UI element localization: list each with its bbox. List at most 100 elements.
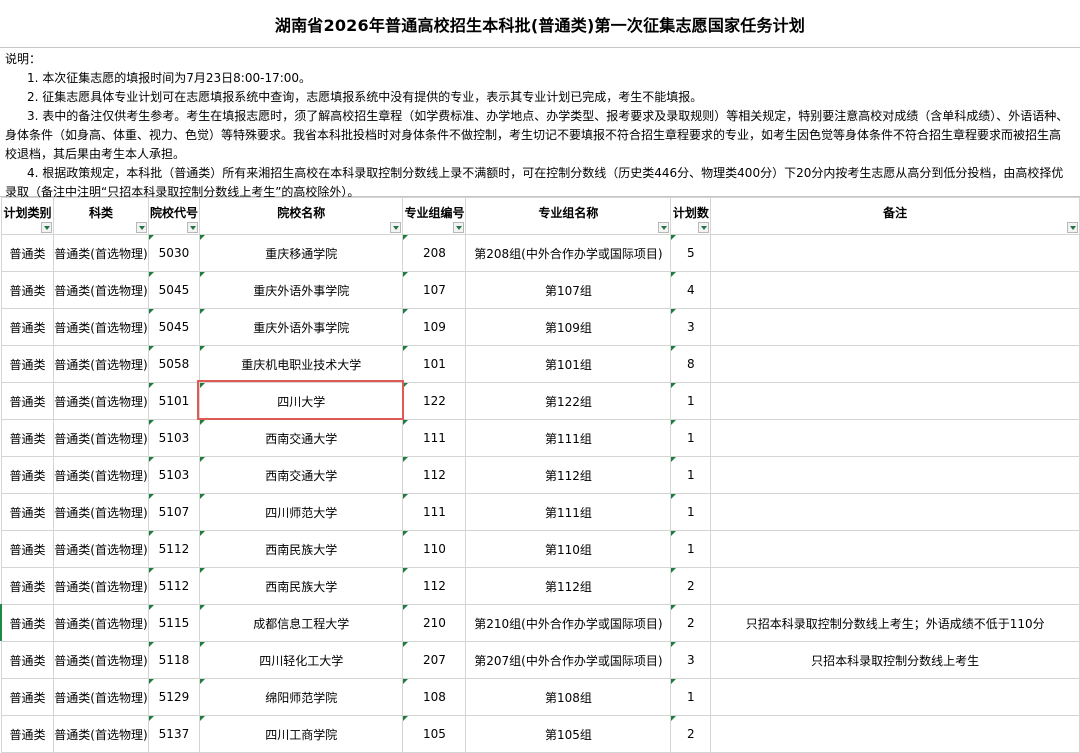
school-code-cell[interactable]: 5112 bbox=[147, 530, 200, 568]
school-code-cell[interactable]: 5129 bbox=[147, 678, 200, 716]
plan-count-cell[interactable]: 5 bbox=[670, 234, 712, 272]
plan-type-cell[interactable]: 普通类 bbox=[1, 493, 54, 531]
group-name-cell[interactable]: 第110组 bbox=[465, 530, 672, 568]
plan-type-cell[interactable]: 普通类 bbox=[1, 308, 54, 346]
school-code-cell[interactable]: 5045 bbox=[147, 308, 200, 346]
school-name-cell[interactable]: 重庆机电职业技术大学 bbox=[198, 345, 404, 383]
group-name-cell[interactable]: 第105组 bbox=[465, 715, 672, 753]
subject-cell[interactable]: 普通类(首选物理) bbox=[52, 641, 149, 679]
remark-cell[interactable]: 只招本科录取控制分数线上考生；外语成绩不低于110分 bbox=[710, 604, 1080, 642]
group-code-cell[interactable]: 111 bbox=[402, 493, 467, 531]
remark-cell[interactable] bbox=[710, 456, 1080, 494]
school-code-cell[interactable]: 5112 bbox=[147, 567, 200, 605]
subject-cell[interactable]: 普通类(首选物理) bbox=[52, 308, 149, 346]
filter-dropdown-icon[interactable] bbox=[390, 222, 402, 233]
group-code-cell[interactable]: 109 bbox=[402, 308, 467, 346]
plan-count-cell[interactable]: 1 bbox=[670, 382, 712, 420]
group-name-cell[interactable]: 第107组 bbox=[465, 271, 672, 309]
group-name-cell[interactable]: 第207组(中外合作办学或国际项目) bbox=[465, 641, 672, 679]
filter-dropdown-icon[interactable] bbox=[135, 222, 147, 233]
school-name-cell[interactable]: 重庆移通学院 bbox=[198, 234, 404, 272]
remark-cell[interactable] bbox=[710, 493, 1080, 531]
plan-count-cell[interactable]: 2 bbox=[670, 715, 712, 753]
school-name-cell[interactable]: 西南交通大学 bbox=[198, 419, 404, 457]
column-header[interactable]: 备注 bbox=[710, 197, 1080, 235]
remark-cell[interactable] bbox=[710, 345, 1080, 383]
school-code-cell[interactable]: 5030 bbox=[147, 234, 200, 272]
group-name-cell[interactable]: 第112组 bbox=[465, 567, 672, 605]
school-name-cell[interactable]: 成都信息工程大学 bbox=[198, 604, 404, 642]
column-header[interactable]: 院校名称 bbox=[198, 197, 404, 235]
plan-type-cell[interactable]: 普通类 bbox=[1, 234, 54, 272]
school-code-cell[interactable]: 5115 bbox=[147, 604, 200, 642]
remark-cell[interactable] bbox=[710, 271, 1080, 309]
column-header[interactable]: 计划数 bbox=[670, 197, 712, 235]
subject-cell[interactable]: 普通类(首选物理) bbox=[52, 419, 149, 457]
group-code-cell[interactable]: 110 bbox=[402, 530, 467, 568]
subject-cell[interactable]: 普通类(首选物理) bbox=[52, 530, 149, 568]
plan-type-cell[interactable]: 普通类 bbox=[1, 678, 54, 716]
school-name-cell[interactable]: 四川轻化工大学 bbox=[198, 641, 404, 679]
subject-cell[interactable]: 普通类(首选物理) bbox=[52, 567, 149, 605]
school-name-cell[interactable]: 西南民族大学 bbox=[198, 530, 404, 568]
remark-cell[interactable] bbox=[710, 234, 1080, 272]
remark-cell[interactable]: 只招本科录取控制分数线上考生 bbox=[710, 641, 1080, 679]
school-code-cell[interactable]: 5058 bbox=[147, 345, 200, 383]
plan-type-cell[interactable]: 普通类 bbox=[1, 456, 54, 494]
school-code-cell[interactable]: 5045 bbox=[147, 271, 200, 309]
subject-cell[interactable]: 普通类(首选物理) bbox=[52, 678, 149, 716]
school-code-cell[interactable]: 5118 bbox=[147, 641, 200, 679]
filter-dropdown-icon[interactable] bbox=[1067, 222, 1078, 233]
group-name-cell[interactable]: 第112组 bbox=[465, 456, 672, 494]
plan-type-cell[interactable]: 普通类 bbox=[1, 715, 54, 753]
school-name-cell[interactable]: 绵阳师范学院 bbox=[198, 678, 404, 716]
plan-count-cell[interactable]: 1 bbox=[670, 419, 712, 457]
group-name-cell[interactable]: 第111组 bbox=[465, 419, 672, 457]
plan-type-cell[interactable]: 普通类 bbox=[1, 271, 54, 309]
subject-cell[interactable]: 普通类(首选物理) bbox=[52, 456, 149, 494]
school-code-cell[interactable]: 5103 bbox=[147, 419, 200, 457]
group-code-cell[interactable]: 101 bbox=[402, 345, 467, 383]
group-name-cell[interactable]: 第208组(中外合作办学或国际项目) bbox=[465, 234, 672, 272]
group-code-cell[interactable]: 210 bbox=[402, 604, 467, 642]
group-code-cell[interactable]: 207 bbox=[402, 641, 467, 679]
subject-cell[interactable]: 普通类(首选物理) bbox=[52, 382, 149, 420]
subject-cell[interactable]: 普通类(首选物理) bbox=[52, 234, 149, 272]
column-header[interactable]: 科类 bbox=[52, 197, 149, 235]
plan-type-cell[interactable]: 普通类 bbox=[1, 567, 54, 605]
subject-cell[interactable]: 普通类(首选物理) bbox=[52, 493, 149, 531]
plan-count-cell[interactable]: 1 bbox=[670, 493, 712, 531]
filter-dropdown-icon[interactable] bbox=[40, 222, 52, 233]
group-code-cell[interactable]: 107 bbox=[402, 271, 467, 309]
group-name-cell[interactable]: 第122组 bbox=[465, 382, 672, 420]
group-name-cell[interactable]: 第109组 bbox=[465, 308, 672, 346]
filter-dropdown-icon[interactable] bbox=[186, 222, 198, 233]
school-code-cell[interactable]: 5101 bbox=[147, 382, 200, 420]
plan-type-cell[interactable]: 普通类 bbox=[1, 419, 54, 457]
school-code-cell[interactable]: 5103 bbox=[147, 456, 200, 494]
plan-type-cell[interactable]: 普通类 bbox=[1, 345, 54, 383]
column-header[interactable]: 院校代号 bbox=[147, 197, 200, 235]
school-name-cell[interactable]: 重庆外语外事学院 bbox=[198, 308, 404, 346]
remark-cell[interactable] bbox=[710, 678, 1080, 716]
school-name-cell[interactable]: 西南民族大学 bbox=[198, 567, 404, 605]
group-name-cell[interactable]: 第101组 bbox=[465, 345, 672, 383]
plan-type-cell[interactable]: 普通类 bbox=[1, 641, 54, 679]
plan-count-cell[interactable]: 3 bbox=[670, 641, 712, 679]
plan-count-cell[interactable]: 2 bbox=[670, 604, 712, 642]
remark-cell[interactable] bbox=[710, 715, 1080, 753]
group-code-cell[interactable]: 111 bbox=[402, 419, 467, 457]
group-code-cell[interactable]: 208 bbox=[402, 234, 467, 272]
remark-cell[interactable] bbox=[710, 530, 1080, 568]
group-code-cell[interactable]: 122 bbox=[402, 382, 467, 420]
remark-cell[interactable] bbox=[710, 308, 1080, 346]
plan-count-cell[interactable]: 8 bbox=[670, 345, 712, 383]
column-header[interactable]: 计划类别 bbox=[1, 197, 54, 235]
school-name-cell[interactable]: 四川师范大学 bbox=[198, 493, 404, 531]
school-name-cell[interactable]: 西南交通大学 bbox=[198, 456, 404, 494]
filter-dropdown-icon[interactable] bbox=[698, 222, 710, 233]
plan-count-cell[interactable]: 3 bbox=[670, 308, 712, 346]
plan-type-cell[interactable]: 普通类 bbox=[1, 604, 54, 642]
plan-count-cell[interactable]: 1 bbox=[670, 530, 712, 568]
plan-type-cell[interactable]: 普通类 bbox=[1, 382, 54, 420]
